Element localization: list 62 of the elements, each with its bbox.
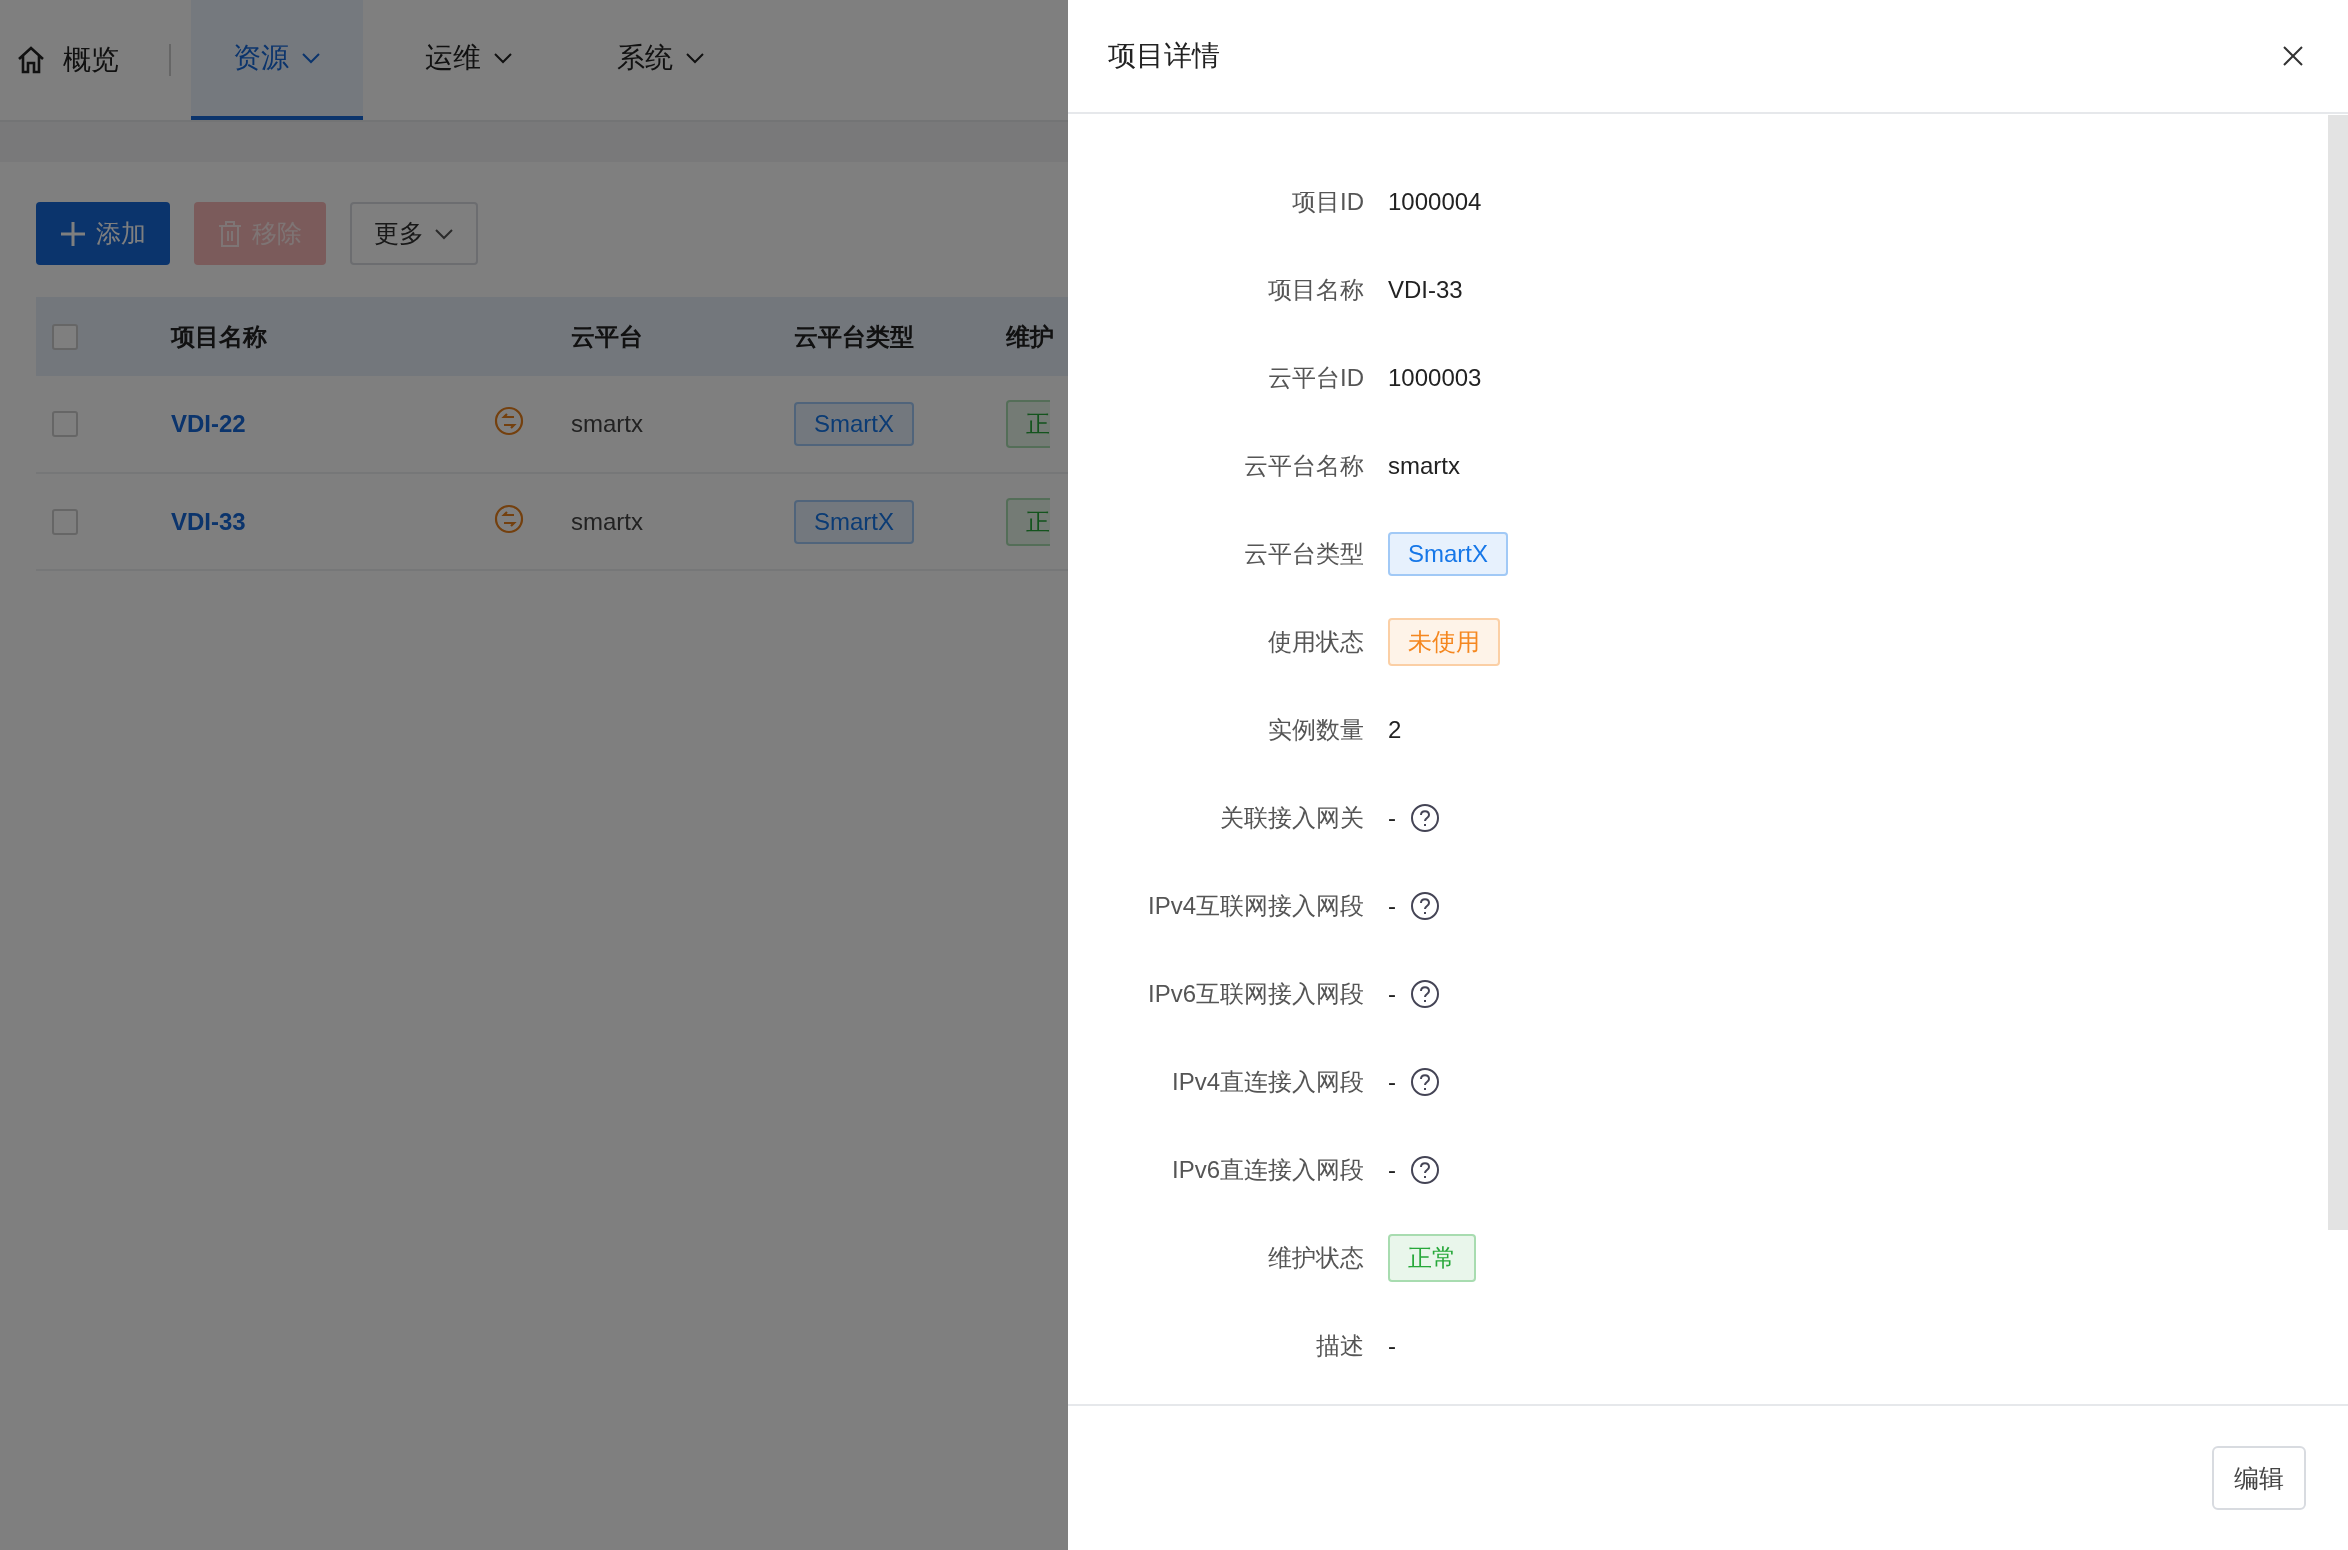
field-label: 实例数量 xyxy=(1267,715,1365,745)
field-label: IPv4互联网接入网段 xyxy=(1146,891,1365,921)
field-label: IPv6互联网接入网段 xyxy=(1146,979,1365,1009)
field-label: 云平台类型 xyxy=(1243,539,1365,569)
status-tag: SmartX xyxy=(1388,532,1508,576)
column-header: 云平台 xyxy=(571,322,643,350)
field-value: - xyxy=(1388,804,1396,832)
field-label: 关联接入网关 xyxy=(1219,803,1365,833)
field-value: - xyxy=(1388,1156,1396,1184)
sync-icon xyxy=(494,406,524,436)
help-icon[interactable] xyxy=(1410,979,1440,1009)
field-value: 1000003 xyxy=(1388,364,1482,392)
field-label: 使用状态 xyxy=(1267,627,1365,657)
nav-link[interactable]: 概览 xyxy=(63,41,119,79)
checkbox[interactable] xyxy=(52,411,78,437)
scrollbar[interactable] xyxy=(2328,115,2348,1230)
nav-tab[interactable]: 系统 xyxy=(575,0,747,120)
project-link[interactable]: VDI-33 xyxy=(171,507,246,535)
project-link[interactable]: VDI-22 xyxy=(171,410,246,437)
help-icon[interactable] xyxy=(1410,891,1440,921)
help-icon[interactable] xyxy=(1410,1155,1440,1185)
status-tag: 未使用 xyxy=(1388,618,1500,666)
edit-button[interactable]: 编辑 xyxy=(2212,1446,2306,1510)
chevron-down-icon xyxy=(685,52,705,64)
drawer-title: 项目详情 xyxy=(1108,39,1220,73)
field-value: 1000004 xyxy=(1388,188,1482,216)
nav-tab[interactable]: 资源 xyxy=(191,0,363,120)
chevron-down-icon xyxy=(493,52,513,64)
more-button[interactable]: 更多 xyxy=(350,202,478,265)
field-value: smartx xyxy=(1388,452,1460,480)
field-value: - xyxy=(1388,1068,1396,1096)
field-value: 2 xyxy=(1388,716,1402,744)
checkbox[interactable] xyxy=(52,323,78,350)
field-label: 项目ID xyxy=(1291,187,1365,217)
column-header: 维护 xyxy=(1006,322,1054,350)
plus-icon xyxy=(60,220,86,247)
field-value: - xyxy=(1388,1332,1396,1360)
table-cell: smartx xyxy=(571,507,643,535)
column-header: 项目名称 xyxy=(171,322,267,350)
close-icon xyxy=(2282,45,2304,67)
field-label: IPv4直连接入网段 xyxy=(1170,1067,1365,1097)
field-label: 云平台名称 xyxy=(1243,451,1365,481)
field-label: IPv6直连接入网段 xyxy=(1170,1155,1365,1185)
field-label: 云平台ID xyxy=(1267,363,1365,393)
help-icon[interactable] xyxy=(1410,803,1440,833)
table-cell: smartx xyxy=(571,410,643,437)
status-tag: 正常 xyxy=(1388,1234,1476,1282)
field-value: - xyxy=(1388,892,1396,920)
field-value: - xyxy=(1388,980,1396,1008)
trash-icon xyxy=(218,219,242,248)
field-value: VDI-33 xyxy=(1388,276,1463,304)
sync-icon xyxy=(494,503,524,534)
field-label: 描述 xyxy=(1315,1331,1365,1361)
field-label: 项目名称 xyxy=(1267,275,1365,305)
help-icon[interactable] xyxy=(1410,1067,1440,1097)
field-label: 维护状态 xyxy=(1267,1243,1365,1273)
chevron-down-icon xyxy=(434,227,454,240)
add-button[interactable]: 添加 xyxy=(36,202,170,265)
chevron-down-icon xyxy=(301,52,321,64)
checkbox[interactable] xyxy=(52,508,78,535)
column-header: 云平台类型 xyxy=(794,322,914,350)
nav-tab[interactable]: 运维 xyxy=(383,0,555,120)
